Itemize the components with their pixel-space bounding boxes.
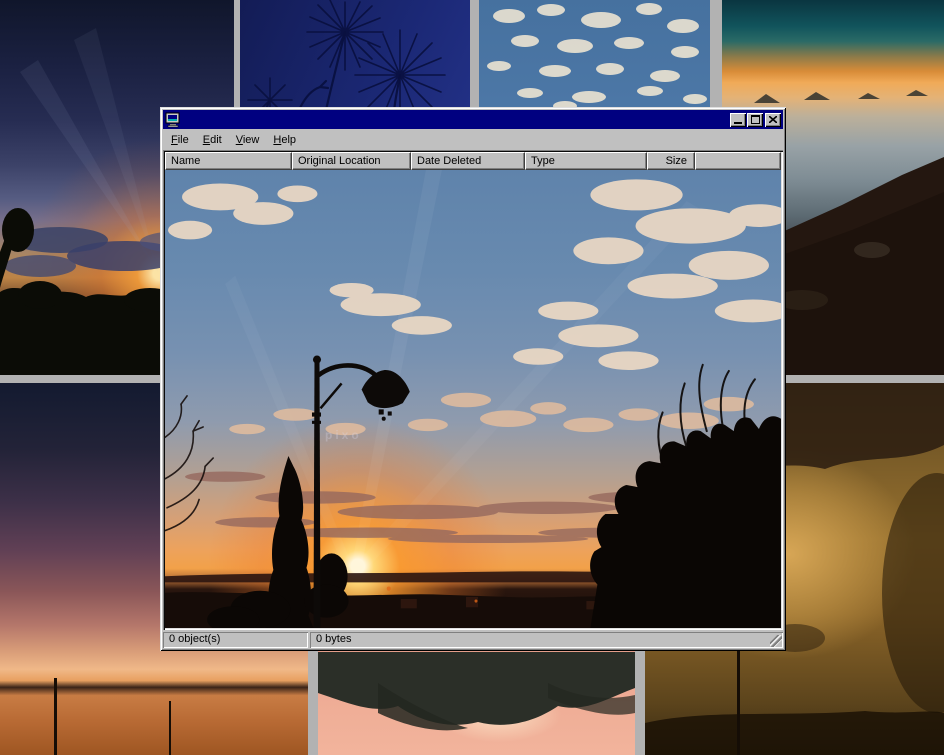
menu-edit[interactable]: Edit	[196, 132, 229, 148]
minimize-icon	[734, 122, 742, 124]
status-total-size: 0 bytes	[310, 632, 783, 648]
recycle-bin-window: File Edit View Help Name Original Locati…	[160, 107, 786, 651]
menu-view[interactable]: View	[229, 132, 267, 148]
menu-bar: File Edit View Help	[163, 129, 783, 149]
column-header-row: Name Original Location Date Deleted Type…	[165, 152, 781, 170]
menu-help[interactable]: Help	[266, 132, 303, 148]
status-object-count: 0 object(s)	[163, 632, 308, 648]
desktop: File Edit View Help Name Original Locati…	[0, 0, 944, 755]
column-header-size[interactable]: Size	[647, 152, 695, 170]
column-header-filler	[695, 152, 781, 170]
menu-file[interactable]: File	[164, 132, 196, 148]
computer-icon[interactable]	[165, 112, 181, 128]
close-button[interactable]	[765, 113, 781, 127]
close-icon	[769, 116, 777, 123]
maximize-icon	[751, 115, 760, 124]
column-header-name[interactable]: Name	[165, 152, 292, 170]
maximize-button[interactable]	[747, 113, 763, 127]
sunset-photo-background[interactable]: pixo	[165, 170, 781, 628]
golden-pole-silhouette	[737, 651, 740, 755]
lake-pole-silhouette	[169, 701, 171, 755]
photo-watermark: pixo	[325, 428, 362, 442]
file-list-view[interactable]: Name Original Location Date Deleted Type…	[163, 150, 783, 630]
column-header-type[interactable]: Type	[525, 152, 647, 170]
lake-pole-silhouette	[54, 678, 57, 755]
resize-grip[interactable]	[770, 635, 782, 647]
status-bar: 0 object(s) 0 bytes	[163, 632, 783, 648]
column-header-original-location[interactable]: Original Location	[292, 152, 411, 170]
minimize-button[interactable]	[730, 113, 746, 127]
title-bar[interactable]	[163, 110, 783, 129]
column-header-date-deleted[interactable]: Date Deleted	[411, 152, 525, 170]
